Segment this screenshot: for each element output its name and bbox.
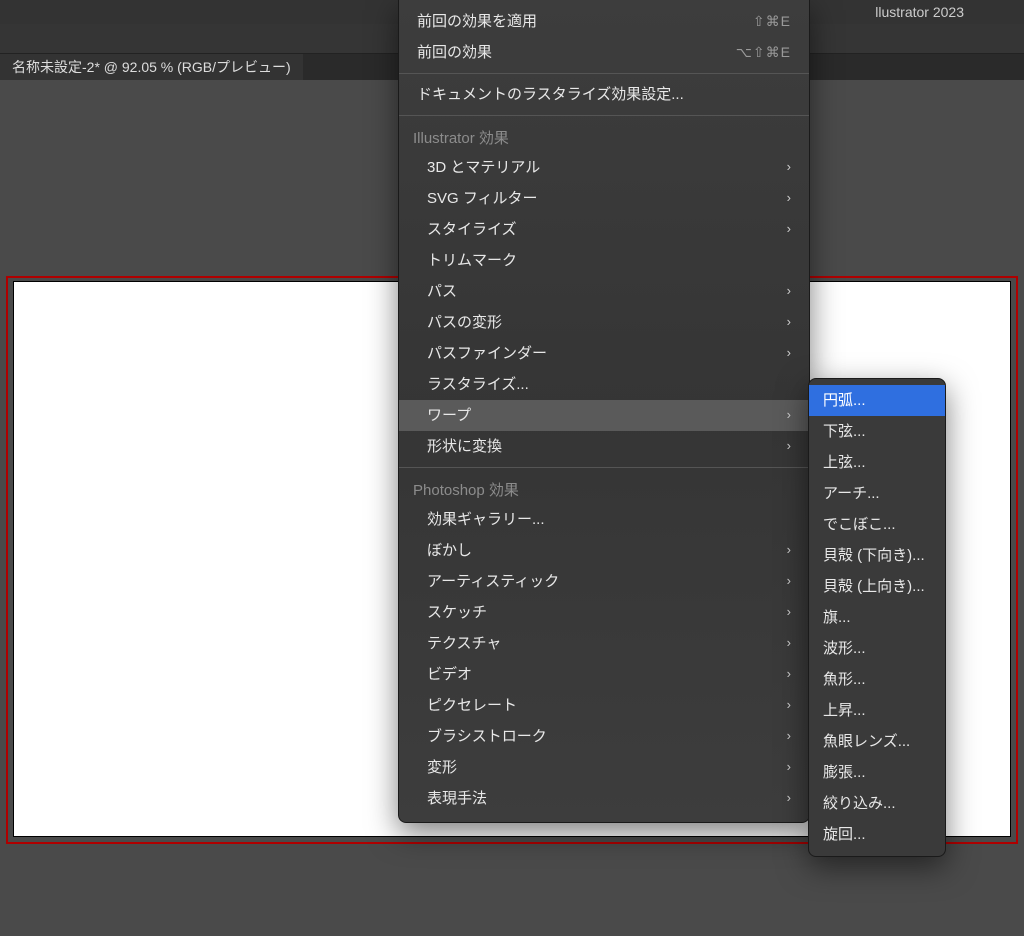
menu-label: ワープ (427, 405, 471, 426)
menu-item[interactable]: 変形 › (399, 752, 809, 783)
chevron-right-icon: › (787, 572, 791, 590)
menu-item[interactable]: ピクセレート › (399, 690, 809, 721)
menu-item[interactable]: 表現手法 › (399, 783, 809, 814)
submenu-item[interactable]: 貝殻 (下向き)... (809, 540, 945, 571)
chevron-right-icon: › (787, 406, 791, 424)
menu-label: 表現手法 (427, 788, 487, 809)
menu-label: ブラシストローク (427, 726, 547, 747)
menu-shortcut: ⇧⌘E (753, 12, 791, 32)
menu-last-effect[interactable]: 前回の効果 ⌥⇧⌘E (399, 37, 809, 68)
menu-item[interactable]: ぼかし › (399, 535, 809, 566)
menu-label: 変形 (427, 757, 457, 778)
menu-apply-last-effect[interactable]: 前回の効果を適用 ⇧⌘E (399, 6, 809, 37)
menu-item[interactable]: ビデオ › (399, 659, 809, 690)
menu-raster-settings[interactable]: ドキュメントのラスタライズ効果設定... (399, 79, 809, 110)
chevron-right-icon: › (787, 313, 791, 331)
menu-label: 効果ギャラリー... (427, 509, 545, 530)
menu-label: パス (427, 281, 457, 302)
chevron-right-icon: › (787, 220, 791, 238)
chevron-right-icon: › (787, 189, 791, 207)
menu-item[interactable]: スケッチ › (399, 597, 809, 628)
menu-label: 3D とマテリアル (427, 157, 540, 178)
menu-shortcut: ⌥⇧⌘E (736, 43, 791, 63)
menu-label: 形状に変換 (427, 436, 502, 457)
submenu-item[interactable]: 魚形... (809, 664, 945, 695)
effects-menu: 前回の効果を適用 ⇧⌘E 前回の効果 ⌥⇧⌘E ドキュメントのラスタライズ効果設… (398, 0, 810, 823)
submenu-item[interactable]: 上弦... (809, 447, 945, 478)
submenu-item[interactable]: 円弧... (809, 385, 945, 416)
chevron-right-icon: › (787, 789, 791, 807)
menu-item[interactable]: ワープ › (399, 400, 809, 431)
menu-separator (399, 115, 809, 116)
warp-submenu: 円弧...下弦...上弦...アーチ...でこぼこ...貝殻 (下向き)...貝… (808, 378, 946, 857)
menu-label: ドキュメントのラスタライズ効果設定... (417, 84, 684, 105)
chevron-right-icon: › (787, 603, 791, 621)
submenu-item[interactable]: 上昇... (809, 695, 945, 726)
chevron-right-icon: › (787, 158, 791, 176)
chevron-right-icon: › (787, 282, 791, 300)
menu-label: トリムマーク (427, 250, 517, 271)
submenu-item[interactable]: 膨張... (809, 757, 945, 788)
menu-item[interactable]: 形状に変換 › (399, 431, 809, 462)
menu-label: テクスチャ (427, 633, 501, 654)
document-tab[interactable]: 名称未設定-2* @ 92.05 % (RGB/プレビュー) (0, 54, 303, 80)
chevron-right-icon: › (787, 634, 791, 652)
menu-label: ピクセレート (427, 695, 517, 716)
menu-item[interactable]: 効果ギャラリー... (399, 504, 809, 535)
submenu-item[interactable]: 旗... (809, 602, 945, 633)
menu-label: アーティスティック (427, 571, 559, 592)
menu-section-illustrator: Illustrator 効果 (399, 121, 809, 152)
chevron-right-icon: › (787, 665, 791, 683)
menu-item[interactable]: パスファインダー › (399, 338, 809, 369)
chevron-right-icon: › (787, 541, 791, 559)
chevron-right-icon: › (787, 344, 791, 362)
submenu-item[interactable]: アーチ... (809, 478, 945, 509)
chevron-right-icon: › (787, 696, 791, 714)
menu-label: SVG フィルター (427, 188, 538, 209)
menu-item[interactable]: パスの変形 › (399, 307, 809, 338)
menu-label: 前回の効果を適用 (417, 11, 537, 32)
submenu-item[interactable]: 絞り込み... (809, 788, 945, 819)
menu-item[interactable]: SVG フィルター › (399, 183, 809, 214)
menu-section-photoshop: Photoshop 効果 (399, 473, 809, 504)
menu-item[interactable]: パス › (399, 276, 809, 307)
chevron-right-icon: › (787, 758, 791, 776)
menu-label: パスの変形 (427, 312, 502, 333)
menu-label: ぼかし (427, 540, 472, 561)
submenu-item[interactable]: 下弦... (809, 416, 945, 447)
menu-item[interactable]: テクスチャ › (399, 628, 809, 659)
menu-item[interactable]: アーティスティック › (399, 566, 809, 597)
submenu-item[interactable]: でこぼこ... (809, 509, 945, 540)
menu-label: 前回の効果 (417, 42, 492, 63)
submenu-item[interactable]: 貝殻 (上向き)... (809, 571, 945, 602)
menu-separator (399, 467, 809, 468)
submenu-item[interactable]: 魚眼レンズ... (809, 726, 945, 757)
app-title: llustrator 2023 (875, 4, 964, 20)
submenu-item[interactable]: 波形... (809, 633, 945, 664)
menu-item[interactable]: トリムマーク (399, 245, 809, 276)
menu-label: スケッチ (427, 602, 487, 623)
menu-item[interactable]: ラスタライズ... (399, 369, 809, 400)
menu-label: パスファインダー (427, 343, 547, 364)
menu-label: スタイライズ (427, 219, 517, 240)
menu-item[interactable]: 3D とマテリアル › (399, 152, 809, 183)
menu-separator (399, 73, 809, 74)
menu-label: ビデオ (427, 664, 472, 685)
menu-item[interactable]: ブラシストローク › (399, 721, 809, 752)
menu-label: ラスタライズ... (427, 374, 529, 395)
chevron-right-icon: › (787, 437, 791, 455)
menu-item[interactable]: スタイライズ › (399, 214, 809, 245)
submenu-item[interactable]: 旋回... (809, 819, 945, 850)
chevron-right-icon: › (787, 727, 791, 745)
